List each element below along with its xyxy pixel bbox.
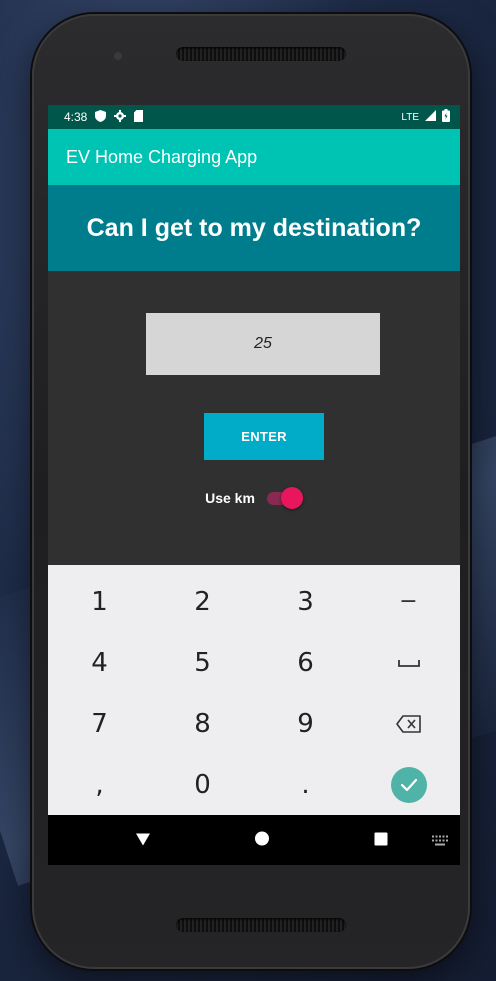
form-area: ENTER Use km [48, 271, 460, 565]
home-icon[interactable] [255, 831, 269, 850]
key-minus[interactable]: − [357, 571, 460, 632]
key-9[interactable]: 9 [254, 693, 357, 754]
enter-button[interactable]: ENTER [204, 413, 324, 460]
units-switch-row: Use km [48, 487, 460, 509]
sd-card-icon [134, 109, 144, 125]
key-5[interactable]: 5 [151, 632, 254, 693]
recents-icon[interactable] [374, 831, 388, 850]
key-2[interactable]: 2 [151, 571, 254, 632]
question-banner: Can I get to my destination? [48, 185, 460, 271]
device-screen: 4:38 LTE EV Home Charging App Can I get … [48, 105, 460, 865]
backspace-icon [395, 714, 421, 733]
signal-icon [425, 110, 436, 124]
units-toggle-switch[interactable] [266, 487, 303, 509]
key-period[interactable]: . [254, 754, 357, 815]
back-icon[interactable] [136, 831, 150, 850]
key-8[interactable]: 8 [151, 693, 254, 754]
banner-heading: Can I get to my destination? [86, 213, 422, 242]
network-label: LTE [401, 111, 419, 123]
gear-icon [114, 109, 127, 125]
top-speaker-grille [176, 47, 346, 61]
bottom-speaker-grille [176, 918, 346, 932]
units-switch-label: Use km [205, 490, 255, 506]
front-camera [114, 52, 122, 60]
distance-input[interactable] [146, 313, 380, 375]
numeric-keyboard: 1 2 3 − 4 5 6 7 8 9 , 0 . [48, 565, 460, 815]
switch-thumb[interactable] [280, 487, 303, 509]
key-1[interactable]: 1 [48, 571, 151, 632]
status-bar: 4:38 LTE [48, 105, 460, 129]
key-7[interactable]: 7 [48, 693, 151, 754]
keyboard-icon[interactable] [432, 831, 448, 850]
battery-icon [442, 109, 450, 125]
app-title: EV Home Charging App [66, 146, 258, 167]
done-check-button[interactable] [390, 766, 427, 803]
app-bar: EV Home Charging App [48, 129, 460, 185]
key-comma[interactable]: , [48, 754, 151, 815]
status-time: 4:38 [64, 110, 88, 124]
key-3[interactable]: 3 [254, 571, 357, 632]
space-icon [397, 659, 420, 667]
key-backspace[interactable] [357, 693, 460, 754]
checkmark-icon [400, 778, 417, 791]
key-4[interactable]: 4 [48, 632, 151, 693]
phone-frame: 4:38 LTE EV Home Charging App Can I get … [32, 14, 470, 969]
key-6[interactable]: 6 [254, 632, 357, 693]
key-0[interactable]: 0 [151, 754, 254, 815]
key-done[interactable] [357, 754, 460, 815]
key-space[interactable] [357, 632, 460, 693]
system-nav-bar [48, 815, 460, 865]
shield-icon [95, 109, 107, 125]
